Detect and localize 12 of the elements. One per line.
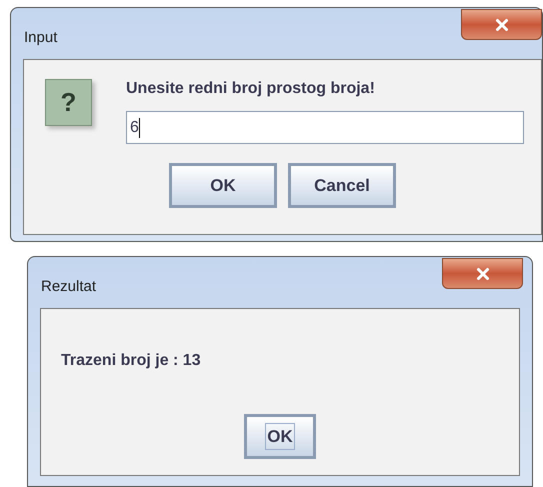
dialog-button[interactable]: OK bbox=[169, 163, 277, 208]
input-value: 6 bbox=[130, 118, 139, 138]
close-button[interactable] bbox=[461, 9, 542, 40]
close-button[interactable] bbox=[442, 258, 523, 289]
result-text: Trazeni broj je : 13 bbox=[61, 351, 202, 371]
prompt-text: Unesite redni broj prostog broja! bbox=[126, 79, 376, 99]
window-title: Rezultat bbox=[41, 277, 96, 297]
question-icon: ? bbox=[45, 79, 92, 126]
window-title: Input bbox=[24, 28, 58, 48]
number-input-field[interactable]: 6 bbox=[126, 111, 524, 144]
dialog-button[interactable]: Cancel bbox=[288, 163, 396, 208]
dialog-button[interactable]: OK bbox=[244, 414, 316, 459]
